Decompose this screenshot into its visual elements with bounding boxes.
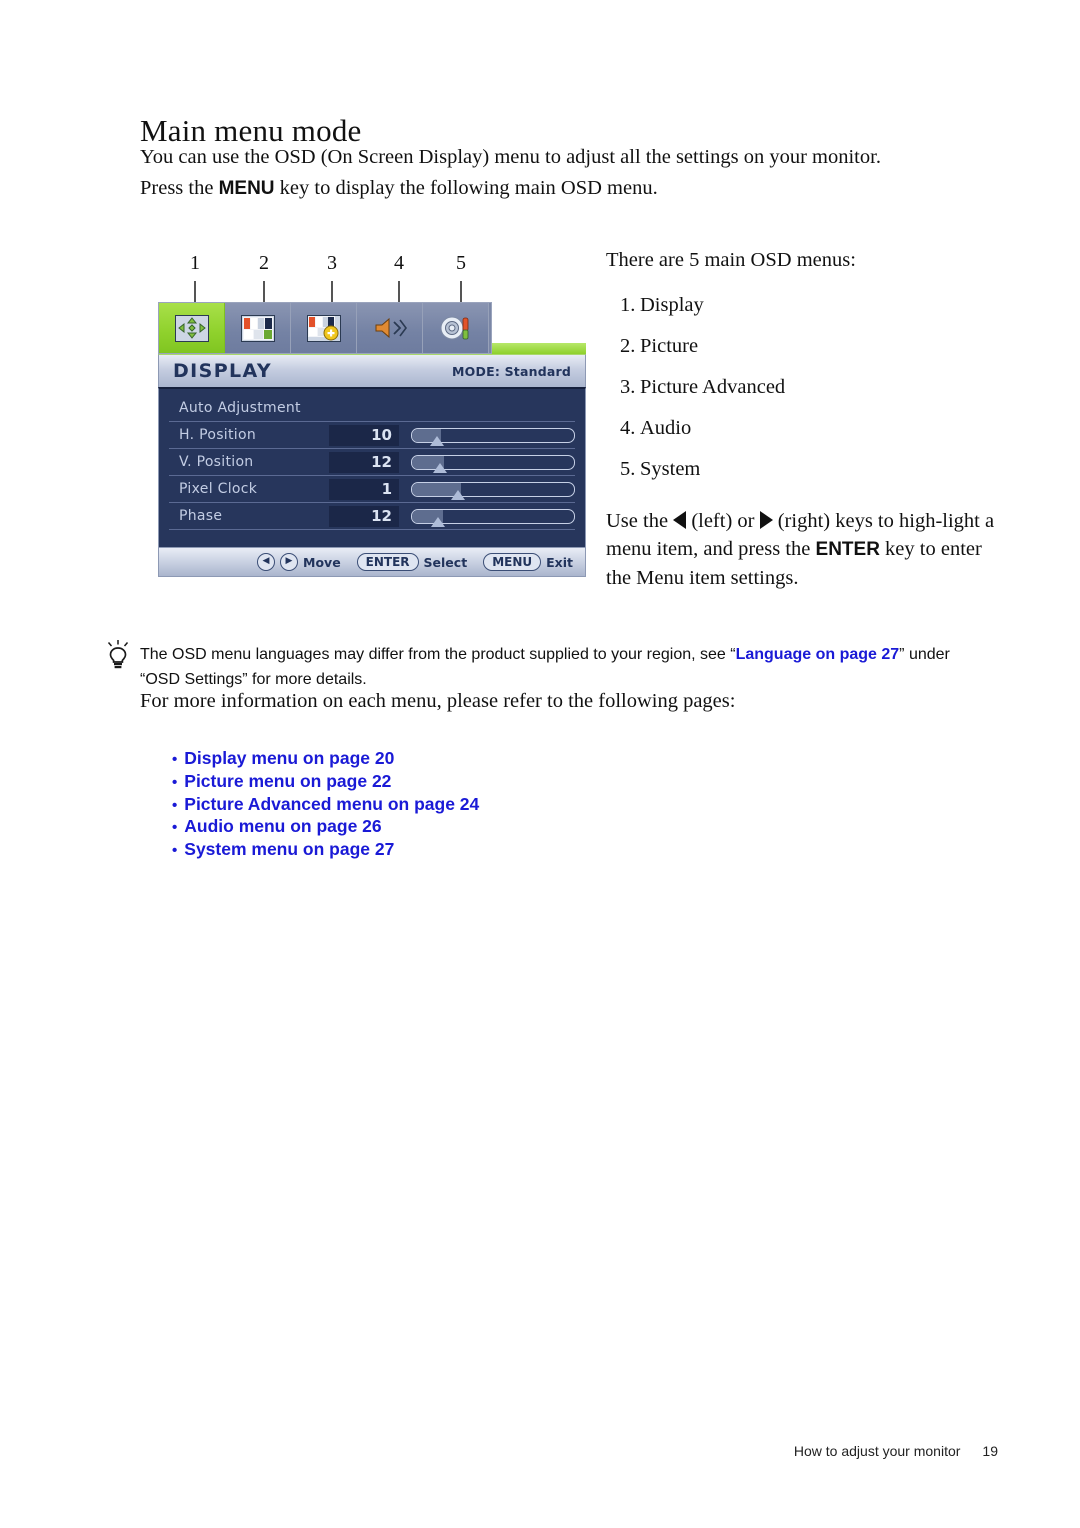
osd-row-label: Phase (179, 508, 223, 524)
osd-move-label: Move (303, 554, 341, 570)
osd-menu-key[interactable]: MENU (483, 553, 542, 571)
osd-exit-label: Exit (546, 554, 573, 570)
osd-slider-phase[interactable] (411, 508, 575, 527)
osd-tab-system[interactable] (423, 303, 489, 353)
osd-enter-key[interactable]: ENTER (356, 553, 419, 571)
list-item-label: Picture Advanced (640, 376, 786, 398)
osd-mode-indicator: MODE: Standard (452, 363, 571, 379)
lightbulb-icon (103, 639, 133, 671)
list-item-number: 4. (620, 417, 636, 439)
osd-row-h-position[interactable]: H. Position 10 (169, 422, 575, 449)
callout-number-3: 3 (327, 252, 337, 274)
osd-row-label: H. Position (179, 427, 256, 443)
osd-slider-h-position[interactable] (411, 427, 575, 446)
osd-row-label: Pixel Clock (179, 481, 258, 497)
callout-number-2: 2 (259, 252, 269, 274)
callout-number-4: 4 (394, 252, 404, 274)
display-icon (174, 314, 209, 342)
osd-row-phase[interactable]: Phase 12 (169, 503, 575, 530)
keys-text-1: Use the (606, 510, 674, 532)
osd-tab-bar-extension (492, 343, 586, 354)
list-item-number: 1. (620, 294, 636, 316)
osd-row-auto-adjustment[interactable]: Auto Adjustment (169, 395, 575, 422)
note-block: The OSD menu languages may differ from t… (107, 640, 985, 692)
osd-row-value: 12 (329, 505, 399, 527)
osd-body: Auto Adjustment H. Position 10 V. Positi… (158, 387, 586, 547)
osd-menu-figure: DISPLAY MODE: Standard Auto Adjustment H… (158, 302, 586, 587)
footer-page-number: 19 (982, 1443, 998, 1459)
osd-tab-audio[interactable] (357, 303, 423, 353)
callout-number-1: 1 (190, 252, 200, 274)
picture-advanced-icon (306, 314, 341, 342)
left-arrow-icon[interactable]: ◀ (257, 553, 276, 571)
intro-paragraph: You can use the OSD (On Screen Display) … (140, 142, 1020, 204)
list-item: 3. Picture Advanced (606, 372, 1006, 403)
osd-row-value: 10 (329, 424, 399, 446)
keys-instruction-paragraph: Use the (left) or (right) keys to high-l… (606, 507, 1006, 592)
link-display-menu[interactable]: Display menu on page 20 (172, 748, 479, 771)
menu-key-label: MENU (218, 178, 275, 199)
osd-title: DISPLAY (173, 360, 273, 382)
page-footer: How to adjust your monitor 19 (0, 1443, 1080, 1459)
osd-row-label: Auto Adjustment (179, 400, 301, 416)
link-label: Picture Advanced menu on page 24 (184, 793, 480, 814)
link-picture-menu[interactable]: Picture menu on page 22 (172, 771, 479, 794)
callout-number-5: 5 (456, 252, 466, 274)
more-information-line: For more information on each menu, pleas… (140, 690, 736, 712)
link-label: Audio menu on page 26 (184, 816, 382, 837)
link-label: Picture menu on page 22 (184, 770, 392, 791)
list-item-label: Display (640, 294, 704, 316)
keys-text-2: (left) or (686, 510, 760, 532)
intro-line-1: You can use the OSD (On Screen Display) … (140, 146, 881, 168)
list-item-number: 2. (620, 335, 636, 357)
osd-slider-pixel-clock[interactable] (411, 481, 575, 500)
osd-select-label: Select (423, 554, 468, 570)
intro-line-2-prefix: Press the (140, 177, 219, 199)
list-item-number: 5. (620, 458, 636, 480)
osd-tab-picture[interactable] (225, 303, 291, 353)
link-picture-advanced-menu[interactable]: Picture Advanced menu on page 24 (172, 794, 479, 817)
note-link-language[interactable]: Language on page 27 (736, 646, 900, 663)
osd-row-pixel-clock[interactable]: Pixel Clock 1 (169, 476, 575, 503)
picture-icon (240, 314, 275, 342)
list-item-label: System (640, 458, 701, 480)
link-audio-menu[interactable]: Audio menu on page 26 (172, 816, 479, 839)
right-column: There are 5 main OSD menus: 1. Display 2… (606, 245, 1006, 592)
osd-row-label: V. Position (179, 454, 254, 470)
note-text-before: The OSD menu languages may differ from t… (140, 646, 736, 663)
osd-menu-numbered-list: 1. Display 2. Picture 3. Picture Advance… (606, 290, 1006, 485)
osd-footer-bar: ◀ ▶ Move ENTER Select MENU Exit (158, 547, 586, 577)
audio-icon (372, 313, 408, 343)
list-item-label: Audio (640, 417, 692, 439)
osd-tab-bar (158, 302, 492, 354)
list-item: 2. Picture (606, 331, 1006, 362)
footer-section-title: How to adjust your monitor (793, 1443, 961, 1459)
intro-line-2-suffix: key to display the following main OSD me… (274, 177, 658, 199)
osd-tab-picture-advanced[interactable] (291, 303, 357, 353)
osd-tab-display[interactable] (159, 303, 225, 353)
intro-line-2: Press the MENU key to display the follow… (140, 173, 1020, 204)
enter-key-label: ENTER (815, 539, 880, 560)
osd-row-value: 12 (329, 451, 399, 473)
osd-row-v-position[interactable]: V. Position 12 (169, 449, 575, 476)
osd-row-value: 1 (329, 478, 399, 500)
osd-title-bar: DISPLAY MODE: Standard (158, 354, 586, 387)
system-icon (438, 313, 474, 343)
osd-menus-intro: There are 5 main OSD menus: (606, 249, 856, 271)
right-arrow-icon[interactable]: ▶ (280, 553, 299, 571)
list-item: 5. System (606, 454, 1006, 485)
link-label: Display menu on page 20 (184, 748, 395, 768)
list-item-number: 3. (620, 376, 636, 398)
list-item-label: Picture (640, 335, 699, 357)
left-arrow-key-icon (673, 511, 687, 529)
right-arrow-key-icon (759, 511, 773, 529)
link-label: System menu on page 27 (184, 839, 395, 860)
list-item: 1. Display (606, 290, 1006, 321)
cross-reference-link-list: Display menu on page 20 Picture menu on … (172, 748, 479, 862)
link-system-menu[interactable]: System menu on page 27 (172, 839, 479, 862)
list-item: 4. Audio (606, 413, 1006, 444)
osd-slider-v-position[interactable] (411, 454, 575, 473)
